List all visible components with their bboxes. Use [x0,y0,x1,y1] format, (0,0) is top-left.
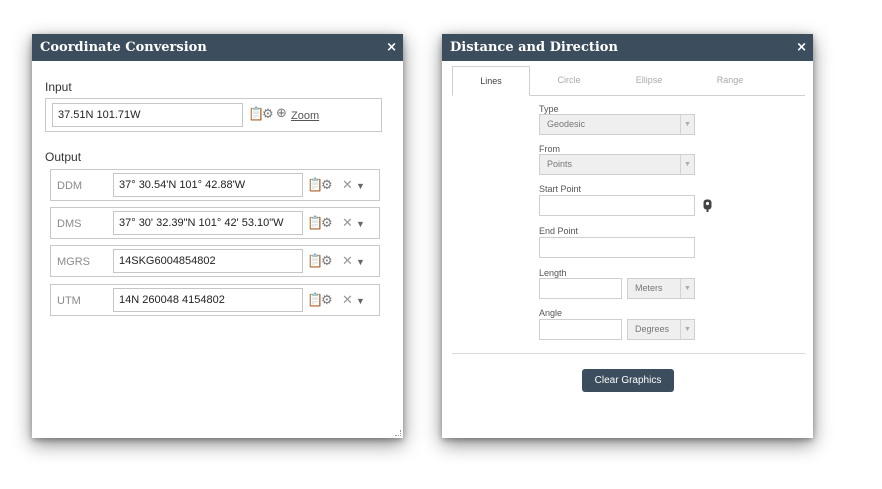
close-icon[interactable]: × [386,34,397,61]
divider [452,353,805,354]
angle-label: Angle [539,308,563,318]
tab-circle[interactable]: Circle [534,66,604,95]
chevron-down-icon: ▼ [680,320,694,339]
distance-direction-title: Distance and Direction [450,40,618,55]
end-point-input[interactable] [539,237,695,258]
output-value-field[interactable]: 14SKG6004854802 [113,249,303,273]
tab-range[interactable]: Range [695,66,765,95]
output-row-dms: DMS 37° 30' 32.39"N 101° 42' 53.10"W 📋 ⚙… [50,207,380,239]
resize-handle[interactable] [395,430,401,436]
input-container: 37.51N 101.71W 📋 ⚙ ⊕ Zoom [45,98,382,132]
chevron-down-icon[interactable]: ▼ [356,179,365,193]
coordinate-conversion-title: Coordinate Conversion [40,40,207,55]
distance-direction-header: Distance and Direction × [442,34,813,61]
gear-icon[interactable]: ⚙ [262,107,274,121]
length-unit-select[interactable]: Meters ▼ [627,278,695,299]
gear-icon[interactable]: ⚙ [321,178,333,192]
angle-input[interactable] [539,319,622,340]
distance-direction-panel: Distance and Direction × Lines Circle El… [442,34,813,438]
chevron-down-icon[interactable]: ▼ [356,217,365,231]
tab-bar: Lines Circle Ellipse Range [452,66,805,96]
type-select-value: Geodesic [547,119,586,129]
close-icon[interactable]: ✕ [342,254,353,268]
chevron-down-icon[interactable]: ▼ [356,255,365,269]
tab-lines[interactable]: Lines [452,66,530,96]
length-label: Length [539,268,567,278]
close-icon[interactable]: × [796,34,807,61]
start-point-input[interactable] [539,195,695,216]
output-value-field[interactable]: 37° 30' 32.39"N 101° 42' 53.10"W [113,211,303,235]
output-row-ddm: DDM 37° 30.54'N 101° 42.88'W 📋 ⚙ ✕ ▼ [50,169,380,201]
end-point-label: End Point [539,226,579,236]
output-label: Output [45,150,82,164]
input-label: Input [45,80,72,94]
output-row-label: UTM [57,295,81,307]
chevron-down-icon: ▼ [680,279,694,298]
output-row-label: DDM [57,180,83,192]
coordinate-conversion-header: Coordinate Conversion × [32,34,403,61]
chevron-down-icon: ▼ [680,115,694,134]
clear-graphics-button[interactable]: Clear Graphics [582,369,674,392]
output-row-label: MGRS [57,256,90,268]
output-row-label: DMS [57,218,82,230]
from-select-value: Points [547,159,573,169]
coordinate-conversion-panel: Coordinate Conversion × Input 37.51N 101… [32,34,403,438]
plus-circle-icon[interactable]: ⊕ [276,106,287,120]
angle-unit-select[interactable]: Degrees ▼ [627,319,695,340]
from-label: From [539,144,560,154]
output-row-utm: UTM 14N 260048 4154802 📋 ⚙ ✕ ▼ [50,284,380,316]
close-icon[interactable]: ✕ [342,216,353,230]
output-row-mgrs: MGRS 14SKG6004854802 📋 ⚙ ✕ ▼ [50,245,380,277]
start-point-label: Start Point [539,184,582,194]
output-value-field[interactable]: 37° 30.54'N 101° 42.88'W [113,173,303,197]
from-select[interactable]: Points ▼ [539,154,695,175]
gear-icon[interactable]: ⚙ [321,216,333,230]
chevron-down-icon: ▼ [680,155,694,174]
chevron-down-icon[interactable]: ▼ [356,294,365,308]
output-value-field[interactable]: 14N 260048 4154802 [113,288,303,312]
map-pin-icon[interactable] [703,199,712,212]
close-icon[interactable]: ✕ [342,293,353,307]
gear-icon[interactable]: ⚙ [321,254,333,268]
type-select[interactable]: Geodesic ▼ [539,114,695,135]
tab-ellipse[interactable]: Ellipse [614,66,684,95]
type-label: Type [539,104,559,114]
zoom-link[interactable]: Zoom [291,110,319,122]
angle-unit-value: Degrees [635,324,670,334]
gear-icon[interactable]: ⚙ [321,293,333,307]
length-input[interactable] [539,278,622,299]
input-coordinate-field[interactable]: 37.51N 101.71W [52,103,243,127]
close-icon[interactable]: ✕ [342,178,353,192]
length-unit-value: Meters [635,283,663,293]
